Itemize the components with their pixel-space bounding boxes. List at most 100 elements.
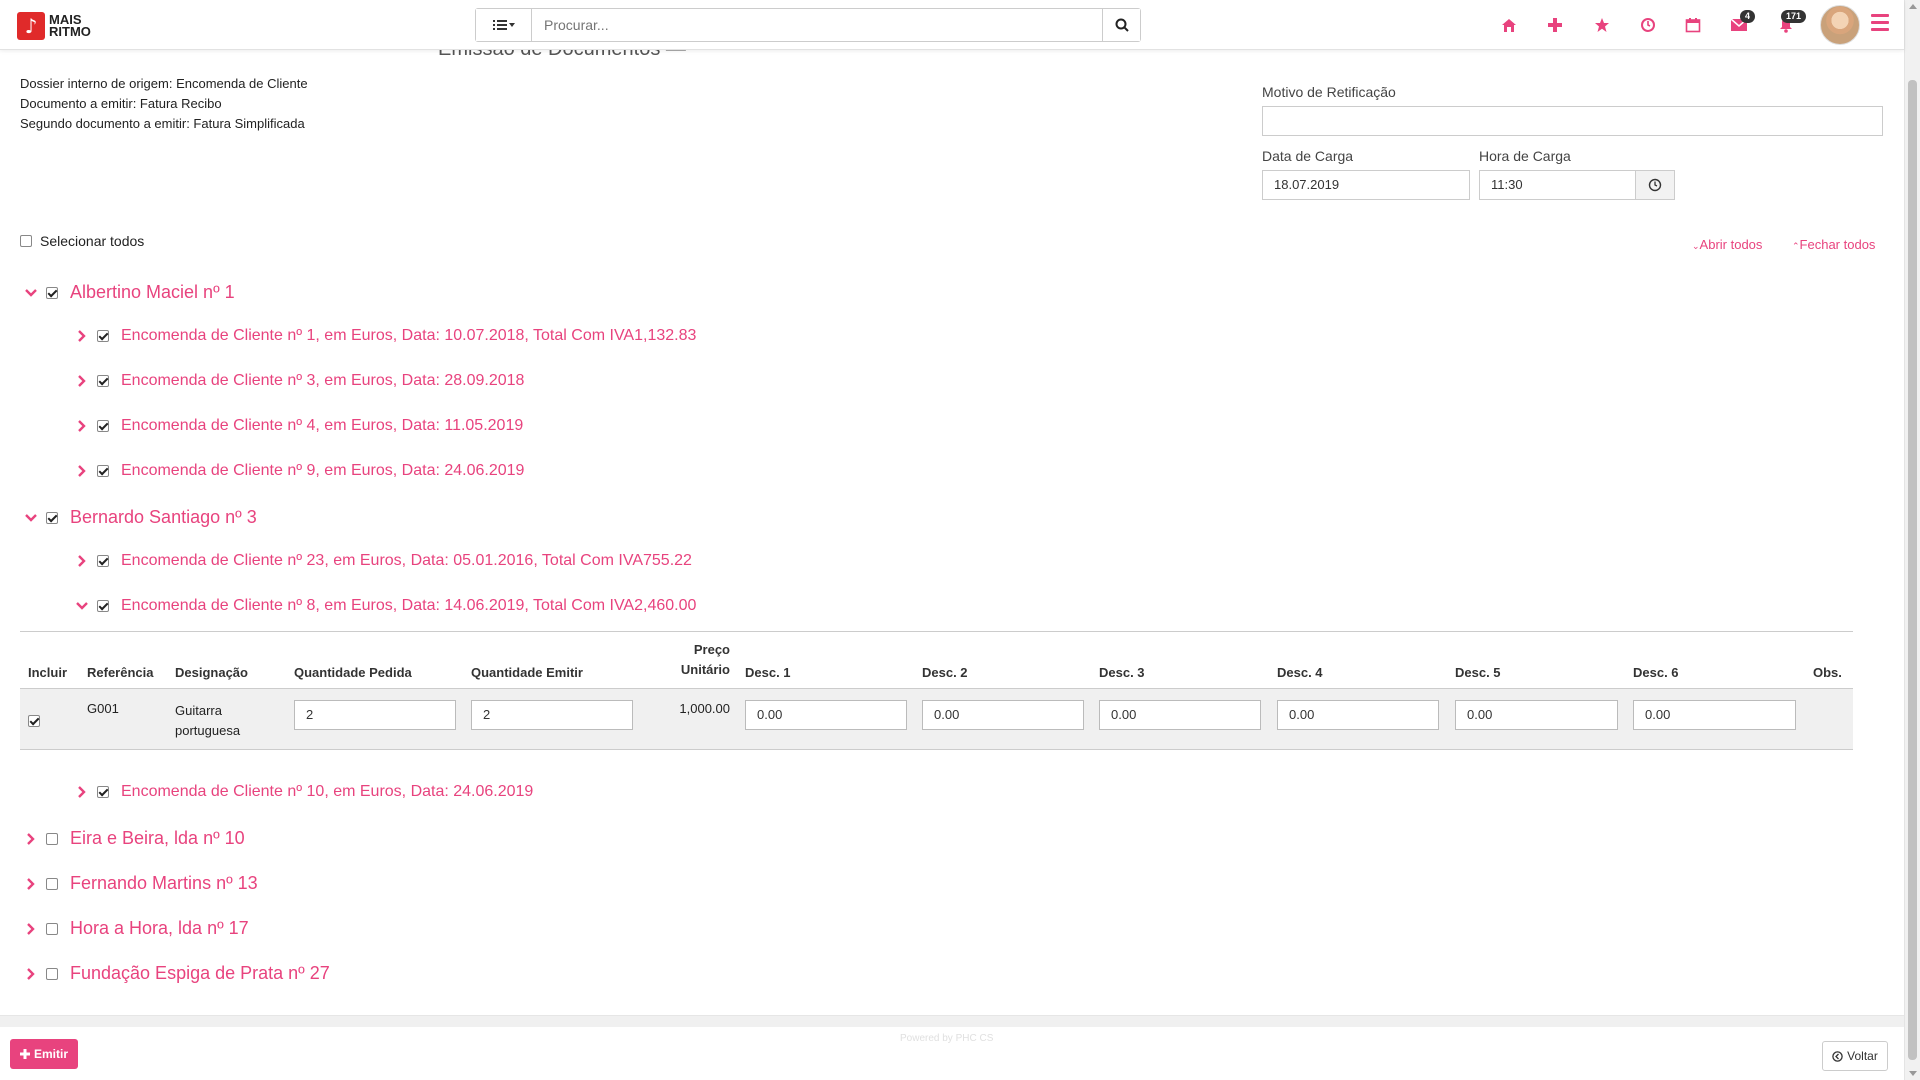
order-label[interactable]: Encomenda de Cliente nº 23, em Euros, Da… — [121, 552, 692, 570]
powered-by: Powered by PHC CS — [900, 1033, 994, 1044]
clock-icon[interactable] — [1637, 14, 1659, 36]
page-title-clipped: Emissão de Documentos — Integração de En… — [20, 50, 720, 58]
plus-icon[interactable] — [1544, 14, 1566, 36]
chevron-right-icon[interactable] — [75, 785, 89, 799]
messages-icon[interactable]: 4 — [1728, 10, 1756, 36]
col-preco: Preço Unitário — [680, 642, 730, 677]
order-checkbox[interactable] — [97, 330, 109, 342]
chevron-down-icon[interactable] — [24, 286, 38, 300]
chevron-right-icon[interactable] — [75, 464, 89, 478]
order-checkbox[interactable] — [97, 555, 109, 567]
qtd-emitir-input[interactable]: 2 — [471, 700, 633, 730]
search-input[interactable] — [532, 9, 1102, 41]
desc1-input[interactable]: 0.00 — [745, 700, 907, 730]
cell-designacao: Guitarra portuguesa — [175, 703, 241, 738]
emit-button[interactable]: Emitir — [10, 1039, 78, 1069]
col-desc5: Desc. 5 — [1455, 665, 1501, 680]
client-checkbox[interactable] — [46, 286, 58, 299]
client-label[interactable]: Bernardo Santiago nº 3 — [70, 507, 257, 528]
include-line-checkbox[interactable] — [28, 715, 40, 727]
clock-icon — [1648, 178, 1662, 192]
bell-icon[interactable]: 171 — [1775, 10, 1807, 36]
motivo-input[interactable] — [1262, 106, 1883, 136]
client-label[interactable]: Hora a Hora, lda nº 17 — [70, 918, 249, 939]
chevron-right-icon[interactable] — [75, 554, 89, 568]
client-checkbox[interactable] — [46, 832, 58, 845]
chevron-right-icon[interactable] — [24, 832, 38, 846]
tree-order-row-expanded: Encomenda de Cliente nº 8, em Euros, Dat… — [75, 597, 696, 615]
desc3-input[interactable]: 0.00 — [1099, 700, 1261, 730]
order-checkbox[interactable] — [97, 465, 109, 477]
search-button[interactable] — [1102, 9, 1140, 41]
order-checkbox[interactable] — [97, 375, 109, 387]
list-icon — [492, 20, 515, 30]
star-icon[interactable] — [1591, 14, 1613, 36]
order-label[interactable]: Encomenda de Cliente nº 10, em Euros, Da… — [121, 783, 533, 801]
client-checkbox[interactable] — [46, 877, 58, 890]
desc5-input[interactable]: 0.00 — [1455, 700, 1618, 730]
select-all-label: Selecionar todos — [40, 233, 145, 249]
order-label[interactable]: Encomenda de Cliente nº 9, em Euros, Dat… — [121, 462, 524, 480]
client-checkbox[interactable] — [46, 511, 58, 524]
order-checkbox[interactable] — [97, 600, 109, 612]
client-checkbox[interactable] — [46, 922, 58, 935]
lines-table-header: Incluir Referência Designação Quantidade… — [20, 640, 1853, 688]
order-label[interactable]: Encomenda de Cliente nº 4, em Euros, Dat… — [121, 417, 523, 435]
chevron-right-icon[interactable] — [24, 922, 38, 936]
tree-order-row: Encomenda de Cliente nº 4, em Euros, Dat… — [75, 417, 523, 435]
desc2-input[interactable]: 0.00 — [922, 700, 1084, 730]
logo-text: MAIS RITMO — [49, 12, 91, 39]
order-checkbox[interactable] — [97, 786, 109, 798]
search-type-dropdown[interactable] — [476, 9, 532, 41]
user-avatar[interactable] — [1820, 5, 1860, 45]
calendar-icon[interactable] — [1682, 14, 1704, 36]
plus-icon — [19, 1049, 30, 1059]
motivo-label: Motivo de Retificação — [1262, 84, 1396, 100]
qtd-pedida-input[interactable]: 2 — [294, 700, 456, 730]
client-label[interactable]: Fundação Espiga de Prata nº 27 — [70, 963, 330, 984]
back-button[interactable]: Voltar — [1822, 1041, 1888, 1071]
hora-carga-input[interactable]: 11:30 — [1479, 170, 1636, 200]
scrollbar-thumb[interactable] — [1908, 80, 1917, 1060]
col-obs: Obs. — [1813, 665, 1842, 680]
col-desc1: Desc. 1 — [745, 665, 791, 680]
data-carga-input[interactable]: 18.07.2019 — [1262, 170, 1470, 200]
client-checkbox[interactable] — [46, 967, 58, 980]
chevron-right-icon[interactable] — [24, 967, 38, 981]
chevron-right-icon[interactable] — [75, 419, 89, 433]
desc6-input[interactable]: 0.00 — [1633, 700, 1796, 730]
open-all-link[interactable]: ⌄Abrir todos — [1692, 237, 1762, 252]
client-label[interactable]: Eira e Beira, lda nº 10 — [70, 828, 245, 849]
select-all-checkbox[interactable] — [20, 235, 32, 247]
tree-order-row: Encomenda de Cliente nº 23, em Euros, Da… — [75, 552, 692, 570]
chevron-down-icon[interactable] — [24, 511, 38, 525]
page-scrollbar[interactable] — [1904, 0, 1920, 1080]
col-desc6: Desc. 6 — [1633, 665, 1679, 680]
chevron-down-icon[interactable] — [75, 599, 89, 613]
client-label[interactable]: Fernando Martins nº 13 — [70, 873, 258, 894]
order-label[interactable]: Encomenda de Cliente nº 8, em Euros, Dat… — [121, 597, 696, 615]
tree-order-row: Encomenda de Cliente nº 9, em Euros, Dat… — [75, 462, 524, 480]
search-bar — [475, 8, 1141, 42]
tree-order-row: Encomenda de Cliente nº 10, em Euros, Da… — [75, 783, 533, 801]
chevron-right-icon[interactable] — [75, 329, 89, 343]
scroll-up-arrow-icon[interactable] — [1909, 4, 1917, 9]
order-label[interactable]: Encomenda de Cliente nº 1, em Euros, Dat… — [121, 327, 696, 345]
close-all-link[interactable]: ⌃Fechar todos — [1792, 237, 1875, 252]
time-picker-button[interactable] — [1635, 170, 1675, 200]
info-document-to-emit: Documento a emitir: Fatura Recibo — [20, 96, 222, 111]
order-checkbox[interactable] — [97, 420, 109, 432]
hamburger-menu-icon[interactable] — [1871, 14, 1889, 34]
table-row: G001 Guitarra portuguesa 2 2 1,000.00 0.… — [20, 688, 1853, 750]
desc4-input[interactable]: 0.00 — [1277, 700, 1439, 730]
chevron-right-icon[interactable] — [24, 877, 38, 891]
col-designacao: Designação — [175, 665, 248, 680]
home-icon[interactable] — [1498, 14, 1520, 36]
chevron-right-icon[interactable] — [75, 374, 89, 388]
app-logo[interactable]: ♪ MAIS RITMO — [17, 12, 91, 40]
order-label[interactable]: Encomenda de Cliente nº 3, em Euros, Dat… — [121, 372, 524, 390]
tree-order-row: Encomenda de Cliente nº 1, em Euros, Dat… — [75, 327, 696, 345]
client-label[interactable]: Albertino Maciel nº 1 — [70, 282, 235, 303]
scroll-down-arrow-icon[interactable] — [1909, 1071, 1917, 1076]
logo-note-icon: ♪ — [17, 12, 45, 40]
